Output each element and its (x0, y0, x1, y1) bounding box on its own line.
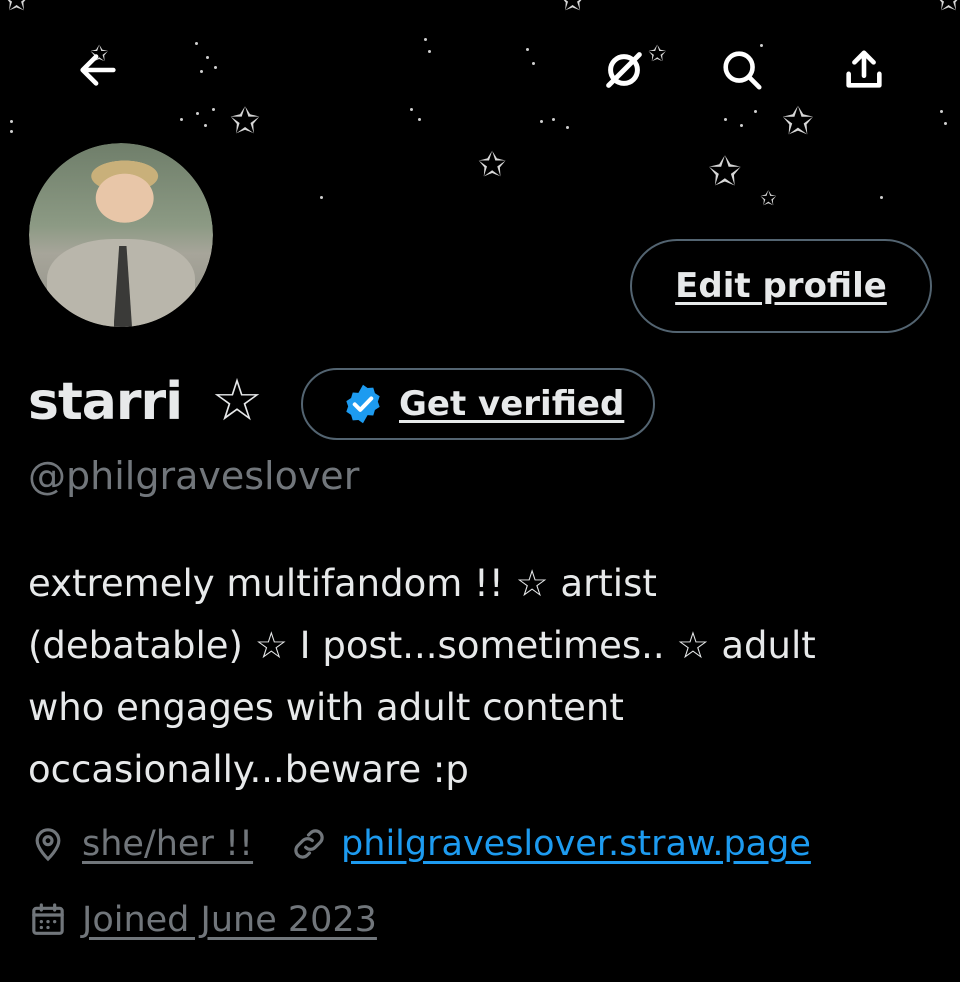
grok-button[interactable] (598, 44, 650, 96)
joined-date: Joined June 2023 (82, 900, 377, 940)
bio-line: (debatable) ☆ I post...sometimes.. ☆ adu… (28, 624, 816, 667)
share-icon (846, 50, 882, 88)
edit-profile-button[interactable]: Edit profile (630, 239, 932, 333)
get-verified-label: Get verified (399, 384, 625, 424)
banner-star: ✩ (936, 0, 960, 18)
share-button[interactable] (838, 44, 890, 96)
profile-bio: extremely multifandom !! ☆ artist (debat… (28, 553, 928, 801)
arrow-left-icon (80, 54, 116, 86)
location-text[interactable]: she/her !! (82, 824, 253, 864)
location-pin-icon (35, 828, 61, 862)
slashed-circle-icon (606, 52, 642, 88)
link-icon (294, 829, 324, 859)
display-name-star: ☆ (211, 366, 263, 434)
banner-star: ✩ (648, 42, 667, 67)
avatar-image (29, 143, 213, 327)
profile-meta-row: Joined June 2023 (28, 894, 377, 946)
verified-badge-icon (346, 384, 380, 424)
user-handle: @philgraveslover (28, 454, 360, 498)
bio-line: who engages with adult content (28, 686, 624, 729)
get-verified-button[interactable]: Get verified (301, 368, 655, 440)
back-button[interactable] (72, 44, 124, 96)
banner-star: ✩ (708, 149, 742, 195)
banner-star: ✩ (782, 99, 814, 143)
banner-star: ✩ (478, 145, 507, 185)
banner-star: ✩ (230, 101, 261, 142)
banner-star: ✩ (560, 0, 586, 18)
website-link[interactable]: philgraveslover.straw.page (341, 824, 811, 864)
banner-star: ✩ (4, 0, 30, 18)
search-icon (723, 51, 762, 90)
display-name: starri (28, 372, 183, 432)
bio-line: occasionally...beware :p (28, 748, 469, 791)
banner-star: ✩ (760, 186, 777, 210)
bio-line: extremely multifandom !! ☆ artist (28, 562, 657, 605)
profile-meta-row: she/her !! philgraveslover.straw.page (28, 818, 811, 870)
avatar[interactable] (26, 140, 216, 330)
search-button[interactable] (716, 44, 768, 96)
calendar-icon (32, 903, 64, 935)
